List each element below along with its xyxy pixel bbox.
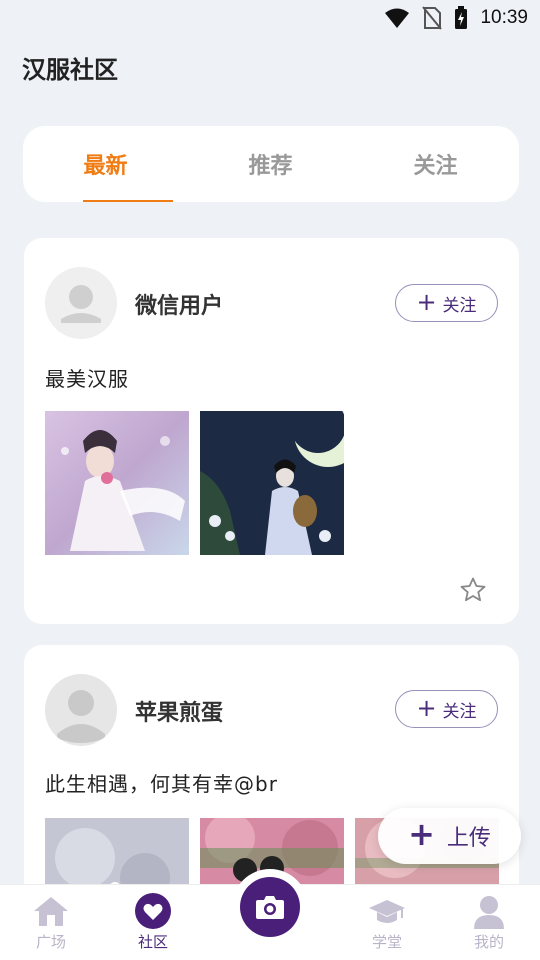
nav-item-academy[interactable]: 学堂 bbox=[342, 893, 432, 952]
nav-item-community[interactable]: 社区 bbox=[108, 893, 198, 952]
follow-label: 关注 bbox=[442, 701, 477, 722]
camera-icon bbox=[256, 896, 284, 919]
heart-icon bbox=[133, 893, 173, 929]
plus-icon: + bbox=[416, 694, 437, 722]
tab-following[interactable]: 关注 bbox=[353, 126, 518, 202]
post-username[interactable]: 苹果煎蛋 bbox=[135, 695, 223, 727]
status-bar: 10:39 bbox=[0, 0, 540, 36]
nav-item-mine[interactable]: 我的 bbox=[444, 893, 534, 952]
follow-button[interactable]: + 关注 bbox=[395, 284, 498, 322]
post-text: 最美汉服 bbox=[45, 367, 129, 391]
feed-tabs: 最新 推荐 关注 bbox=[23, 126, 519, 202]
post-username[interactable]: 微信用户 bbox=[135, 288, 223, 320]
nav-label: 学堂 bbox=[371, 933, 402, 951]
camera-button[interactable] bbox=[240, 877, 300, 937]
nav-label: 社区 bbox=[137, 933, 168, 951]
avatar[interactable] bbox=[45, 267, 117, 339]
tab-active-indicator bbox=[83, 200, 173, 202]
post-card[interactable]: 微信用户 + 关注 最美汉服 bbox=[24, 238, 519, 624]
post-image[interactable] bbox=[45, 411, 189, 555]
follow-label: 关注 bbox=[442, 295, 477, 316]
home-icon bbox=[31, 893, 71, 929]
user-icon bbox=[469, 893, 509, 929]
post-image[interactable] bbox=[200, 411, 344, 555]
plus-icon: + bbox=[416, 288, 437, 316]
upload-label: 上传 bbox=[446, 826, 491, 851]
graduation-cap-icon bbox=[367, 893, 407, 929]
tab-latest[interactable]: 最新 bbox=[23, 126, 188, 202]
favorite-star-icon[interactable] bbox=[459, 576, 487, 604]
post-text: 此生相遇，何其有幸@br bbox=[45, 772, 278, 796]
page-title: 汉服社区 bbox=[22, 56, 118, 84]
upload-button[interactable]: + 上传 bbox=[378, 808, 521, 864]
wifi-icon bbox=[385, 8, 410, 28]
nav-label: 我的 bbox=[473, 933, 504, 951]
status-time: 10:39 bbox=[480, 7, 528, 28]
avatar[interactable] bbox=[45, 674, 117, 746]
battery-charging-icon bbox=[455, 6, 468, 29]
nav-label: 广场 bbox=[35, 933, 66, 951]
tab-recommended[interactable]: 推荐 bbox=[188, 126, 353, 202]
nav-item-square[interactable]: 广场 bbox=[6, 893, 96, 952]
post-card[interactable]: 苹果煎蛋 + 关注 此生相遇，何其有幸@br bbox=[24, 645, 519, 905]
plus-icon: + bbox=[408, 815, 435, 853]
no-sim-icon bbox=[422, 6, 443, 30]
follow-button[interactable]: + 关注 bbox=[395, 690, 498, 728]
